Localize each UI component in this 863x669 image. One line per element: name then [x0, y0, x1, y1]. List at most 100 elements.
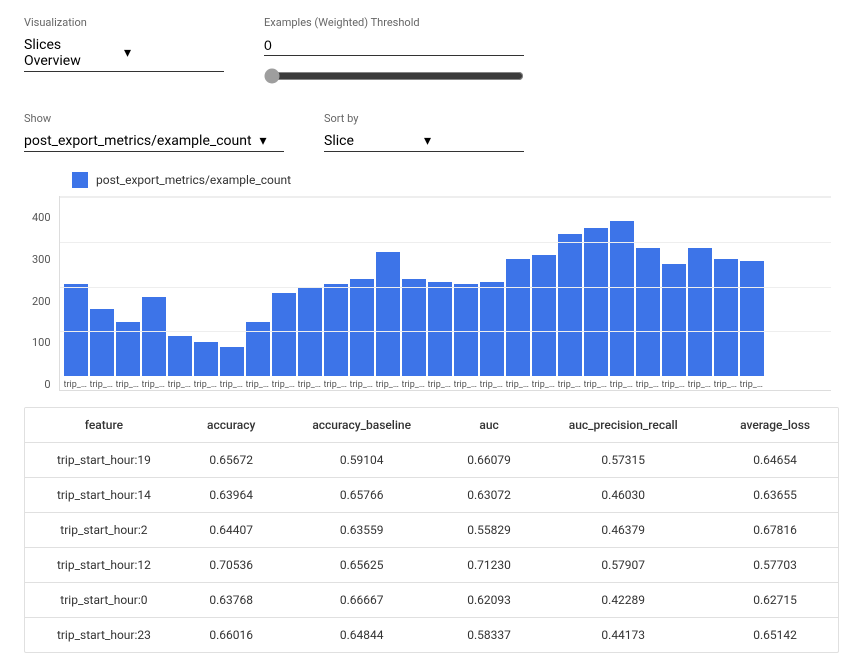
bar[interactable]	[480, 282, 504, 377]
sortby-control: Sort by Slice ▾	[324, 112, 524, 152]
x-label: trip_s...	[350, 380, 374, 390]
bar[interactable]	[116, 322, 140, 376]
x-label: trip_s...	[636, 380, 660, 390]
x-label: trip_s...	[324, 380, 348, 390]
x-label: trip_s...	[142, 380, 166, 390]
table-cell: 0.65672	[183, 443, 280, 478]
bar[interactable]	[142, 297, 166, 376]
table-cell: 0.55829	[444, 513, 535, 548]
table-cell: 0.62093	[444, 583, 535, 618]
x-label: trip_s...	[220, 380, 244, 390]
bar[interactable]	[298, 288, 322, 376]
table-cell: 0.63964	[183, 478, 280, 513]
bar[interactable]	[272, 293, 296, 376]
table-cell: 0.67816	[712, 513, 838, 548]
bar[interactable]	[402, 279, 426, 376]
table-header-row: featureaccuracyaccuracy_baselineaucauc_p…	[25, 408, 838, 443]
bar[interactable]	[428, 282, 452, 377]
bar[interactable]	[740, 261, 764, 376]
visualization-arrow: ▾	[124, 45, 224, 61]
table-cell: 0.70536	[183, 548, 280, 583]
x-label: trip_s...	[532, 380, 556, 390]
bar[interactable]	[64, 284, 88, 376]
table-cell: 0.66016	[183, 618, 280, 653]
bar[interactable]	[532, 255, 556, 377]
table-cell: trip_start_hour:2	[25, 513, 183, 548]
table-cell: 0.64844	[280, 618, 444, 653]
table-cell: 0.63559	[280, 513, 444, 548]
visualization-control: Visualization Slices Overview ▾	[24, 16, 224, 72]
threshold-label: Examples (Weighted) Threshold	[264, 16, 524, 29]
bar[interactable]	[168, 336, 192, 377]
table-cell: trip_start_hour:19	[25, 443, 183, 478]
chart-area: trip_s...trip_s...trip_s...trip_s...trip…	[59, 196, 831, 391]
x-label: trip_s...	[90, 380, 114, 390]
bar[interactable]	[220, 347, 244, 376]
visualization-label: Visualization	[24, 16, 224, 29]
x-label: trip_s...	[64, 380, 88, 390]
show-control: Show post_export_metrics/example_count ▾	[24, 112, 284, 152]
bar[interactable]	[90, 309, 114, 377]
table-cell: 0.66079	[444, 443, 535, 478]
x-label: trip_s...	[662, 380, 686, 390]
sortby-value: Slice	[324, 133, 424, 149]
threshold-input[interactable]	[264, 35, 524, 56]
bar[interactable]	[194, 342, 218, 376]
sortby-dropdown[interactable]: Slice ▾	[324, 131, 524, 152]
legend-color-swatch	[72, 172, 88, 188]
bar[interactable]	[636, 248, 660, 376]
show-dropdown[interactable]: post_export_metrics/example_count ▾	[24, 131, 284, 152]
chart-section: post_export_metrics/example_count 400300…	[24, 172, 839, 391]
x-label: trip_s...	[298, 380, 322, 390]
bar[interactable]	[454, 284, 478, 376]
visualization-dropdown[interactable]: Slices Overview ▾	[24, 35, 224, 72]
table-cell: trip_start_hour:12	[25, 548, 183, 583]
x-label: trip_s...	[376, 380, 400, 390]
bar[interactable]	[324, 284, 348, 376]
table-cell: 0.63655	[712, 478, 838, 513]
y-axis-label: 300	[32, 253, 51, 266]
threshold-slider[interactable]	[264, 68, 524, 84]
table-cell: 0.57315	[534, 443, 712, 478]
page-container: Visualization Slices Overview ▾ Examples…	[0, 0, 863, 669]
table-head: featureaccuracyaccuracy_baselineaucauc_p…	[25, 408, 838, 443]
table-cell: 0.63072	[444, 478, 535, 513]
x-label: trip_s...	[610, 380, 634, 390]
bars-container	[60, 196, 831, 376]
table-section: featureaccuracyaccuracy_baselineaucauc_p…	[24, 407, 839, 653]
bar[interactable]	[714, 259, 738, 376]
x-label: trip_s...	[506, 380, 530, 390]
bar[interactable]	[662, 264, 686, 377]
table-cell: 0.44173	[534, 618, 712, 653]
x-label: trip_s...	[246, 380, 270, 390]
bar[interactable]	[350, 279, 374, 376]
x-label: trip_s...	[168, 380, 192, 390]
bar[interactable]	[584, 228, 608, 377]
x-labels: trip_s...trip_s...trip_s...trip_s...trip…	[60, 376, 831, 390]
bar[interactable]	[558, 234, 582, 376]
visualization-value: Slices Overview	[24, 37, 124, 69]
table-row: trip_start_hour:120.705360.656250.712300…	[25, 548, 838, 583]
show-arrow: ▾	[260, 133, 284, 149]
controls-row-1: Visualization Slices Overview ▾ Examples…	[24, 16, 839, 88]
table-cell: 0.58337	[444, 618, 535, 653]
table-cell: 0.66667	[280, 583, 444, 618]
x-label: trip_s...	[194, 380, 218, 390]
slider-container	[264, 68, 524, 88]
table-cell: 0.57907	[534, 548, 712, 583]
x-label: trip_s...	[428, 380, 452, 390]
table-row: trip_start_hour:00.637680.666670.620930.…	[25, 583, 838, 618]
bar[interactable]	[688, 248, 712, 376]
show-label: Show	[24, 112, 284, 125]
x-label: trip_s...	[454, 380, 478, 390]
bar[interactable]	[376, 252, 400, 376]
bar[interactable]	[610, 221, 634, 376]
bar[interactable]	[506, 259, 530, 376]
sortby-arrow: ▾	[424, 133, 524, 149]
y-axis: 4003002001000	[32, 211, 59, 391]
bar[interactable]	[246, 322, 270, 376]
x-label: trip_s...	[480, 380, 504, 390]
table-row: trip_start_hour:20.644070.635590.558290.…	[25, 513, 838, 548]
table-cell: 0.42289	[534, 583, 712, 618]
grid-line-400	[60, 197, 831, 198]
